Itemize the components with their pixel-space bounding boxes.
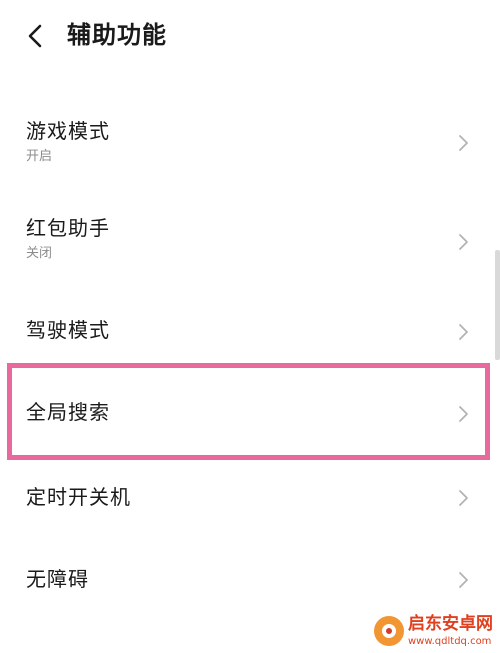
chevron-right-icon <box>459 135 468 151</box>
watermark-url: www.qdltdq.com <box>408 636 492 647</box>
settings-item-label: 驾驶模式 <box>26 318 110 342</box>
settings-item-label: 定时开关机 <box>26 485 131 509</box>
chevron-right-icon <box>459 490 468 506</box>
settings-item-game-mode[interactable]: 游戏模式 开启 <box>0 100 496 192</box>
settings-item-label: 无障碍 <box>26 567 89 591</box>
settings-item-status: 开启 <box>26 149 53 164</box>
settings-item-status: 关闭 <box>26 246 53 261</box>
chevron-right-icon <box>459 324 468 340</box>
settings-item-red-packet-assistant[interactable]: 红包助手 关闭 <box>0 197 496 289</box>
settings-item-scheduled-power[interactable]: 定时开关机 <box>0 462 496 538</box>
highlight-box <box>7 363 490 460</box>
chevron-left-icon <box>28 24 42 48</box>
watermark-name: 启东安卓网 <box>408 614 493 634</box>
page-title: 辅助功能 <box>67 21 167 49</box>
watermark: 启东安卓网 www.qdltdq.com <box>374 612 500 653</box>
settings-item-driving-mode[interactable]: 驾驶模式 <box>0 292 496 368</box>
chevron-right-icon <box>459 234 468 250</box>
chevron-right-icon <box>459 572 468 588</box>
settings-item-accessibility[interactable]: 无障碍 <box>0 542 496 618</box>
back-button[interactable] <box>20 20 52 52</box>
watermark-logo-icon <box>374 616 404 646</box>
header-bar: 辅助功能 <box>0 0 500 75</box>
settings-item-label: 红包助手 <box>26 216 110 240</box>
settings-item-label: 游戏模式 <box>26 119 110 143</box>
scroll-edge <box>495 250 500 360</box>
